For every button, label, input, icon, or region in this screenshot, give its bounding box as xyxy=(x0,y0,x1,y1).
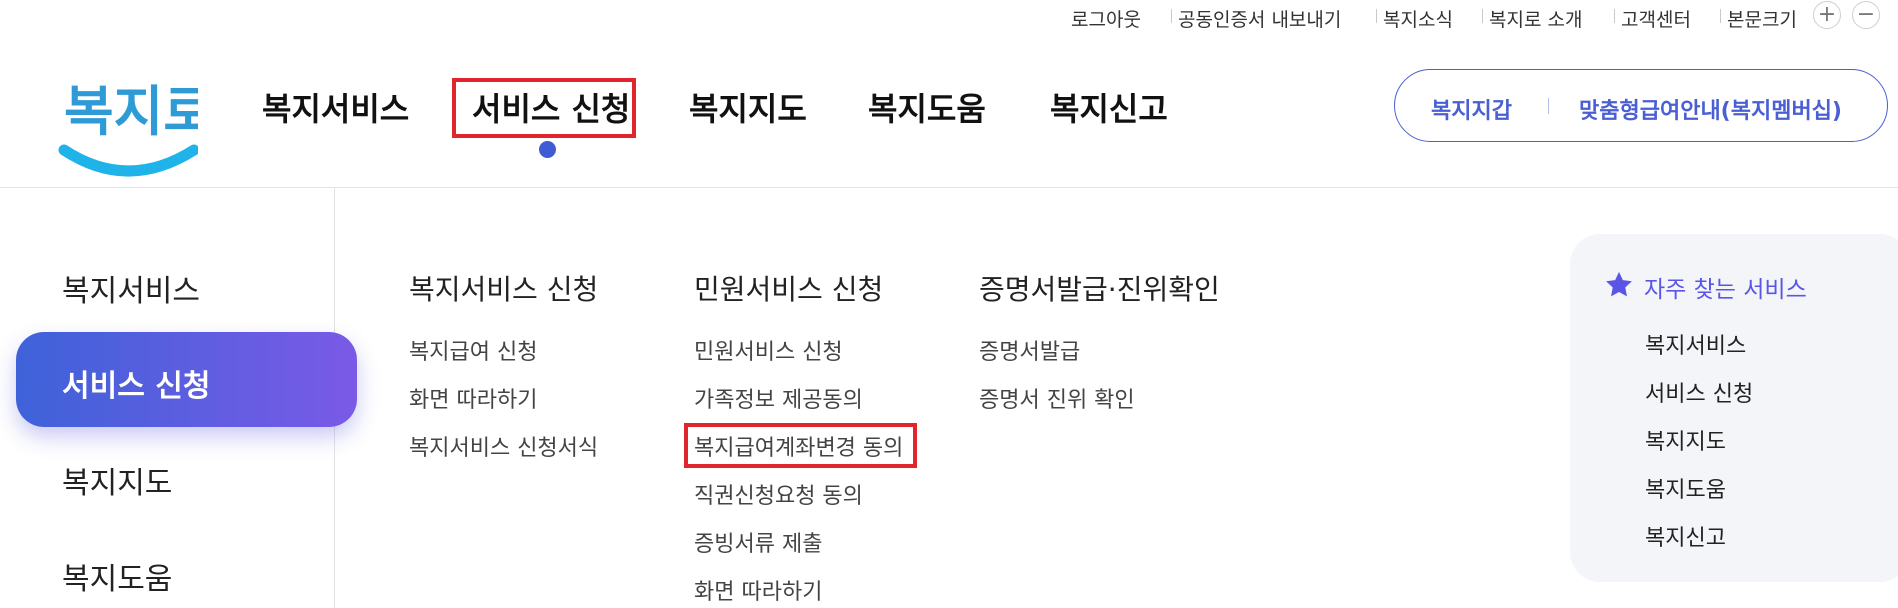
gnb-welfare-report[interactable]: 복지신고 xyxy=(1050,84,1168,130)
column-title-civil-apply: 민원서비스 신청 xyxy=(694,273,884,306)
favorite-item[interactable]: 복지도움 xyxy=(1645,472,1726,504)
divider xyxy=(1720,9,1721,23)
sidebar-item-welfare-help[interactable]: 복지도움 xyxy=(62,554,172,598)
link-welfare-forms[interactable]: 복지서비스 신청서식 xyxy=(409,430,598,462)
gnb-welfare-map[interactable]: 복지지도 xyxy=(689,84,807,130)
sidebar-item-service-apply[interactable]: 서비스 신청 xyxy=(16,332,357,427)
logo[interactable]: 복지로 xyxy=(58,64,213,194)
favorite-item[interactable]: 복지서비스 xyxy=(1645,328,1746,360)
divider xyxy=(1614,9,1615,23)
column-title-certificate: 증명서발급·진위확인 xyxy=(979,273,1220,306)
star-icon xyxy=(1604,270,1634,300)
link-certificate-verify[interactable]: 증명서 진위 확인 xyxy=(979,382,1135,414)
favorites-title: 자주 찾는 서비스 xyxy=(1644,277,1807,303)
link-document-submit[interactable]: 증빙서류 제출 xyxy=(694,526,822,558)
divider xyxy=(1482,9,1483,23)
favorites-panel: 자주 찾는 서비스 복지서비스 서비스 신청 복지지도 복지도움 복지신고 xyxy=(1570,234,1898,582)
svg-text:복지로: 복지로 xyxy=(64,80,198,143)
link-ex-officio-consent[interactable]: 직권신청요청 동의 xyxy=(694,478,863,510)
font-size-label: 본문크기 xyxy=(1727,9,1797,31)
sidebar-item-welfare-services[interactable]: 복지서비스 xyxy=(62,266,200,310)
favorite-item[interactable]: 복지지도 xyxy=(1645,424,1726,456)
column-title-welfare-apply: 복지서비스 신청 xyxy=(409,273,599,306)
support-link[interactable]: 고객센터 xyxy=(1621,5,1691,32)
link-welfare-benefit-apply[interactable]: 복지급여 신청 xyxy=(409,334,537,366)
link-screen-guide[interactable]: 화면 따라하기 xyxy=(409,382,537,414)
sidebar-item-welfare-map[interactable]: 복지지도 xyxy=(62,458,172,502)
link-civil-service-apply[interactable]: 민원서비스 신청 xyxy=(694,334,843,366)
membership-link[interactable]: 맞춤형급여안내(복지멤버십) xyxy=(1579,93,1842,125)
header-divider xyxy=(0,187,1898,188)
logout-link[interactable]: 로그아웃 xyxy=(1071,5,1141,32)
zoom-in-button[interactable]: + xyxy=(1813,1,1841,29)
link-certificate-issue[interactable]: 증명서발급 xyxy=(979,334,1080,366)
zoom-out-button[interactable]: − xyxy=(1852,1,1880,29)
gnb-welfare-services[interactable]: 복지서비스 xyxy=(262,84,409,130)
favorite-item[interactable]: 서비스 신청 xyxy=(1645,376,1753,408)
link-family-info-consent[interactable]: 가족정보 제공동의 xyxy=(694,382,863,414)
sidebar-item-label: 서비스 신청 xyxy=(62,369,211,404)
cert-export-link[interactable]: 공동인증서 내보내기 xyxy=(1178,5,1341,32)
news-link[interactable]: 복지소식 xyxy=(1383,5,1453,32)
highlight-box-link xyxy=(684,423,917,468)
link-screen-guide-2[interactable]: 화면 따라하기 xyxy=(694,574,822,606)
header-pill: 복지지갑 맞춤형급여안내(복지멤버십) xyxy=(1394,69,1888,142)
about-link[interactable]: 복지로 소개 xyxy=(1489,5,1582,32)
utility-bar: 로그아웃 공동인증서 내보내기 복지소식 복지로 소개 고객센터 본문크기 + … xyxy=(0,0,1898,34)
divider xyxy=(1548,98,1549,114)
active-indicator-dot xyxy=(539,141,556,158)
divider xyxy=(1171,9,1172,23)
divider xyxy=(1376,9,1377,23)
welfare-wallet-link[interactable]: 복지지갑 xyxy=(1431,93,1512,125)
favorite-item[interactable]: 복지신고 xyxy=(1645,520,1726,552)
highlight-box-gnb xyxy=(452,78,636,138)
gnb-welfare-help[interactable]: 복지도움 xyxy=(868,84,986,130)
